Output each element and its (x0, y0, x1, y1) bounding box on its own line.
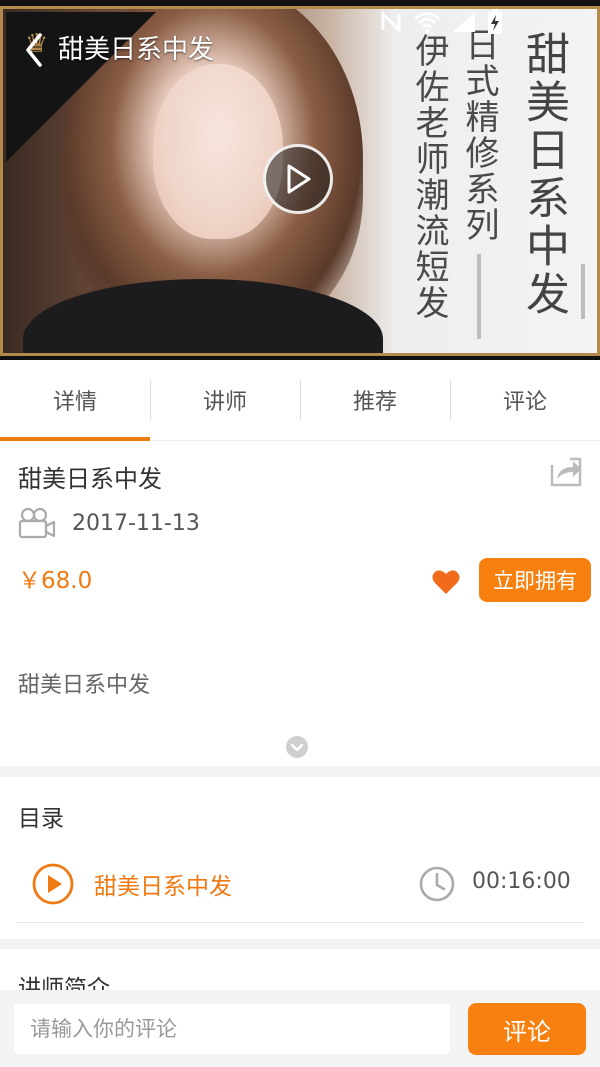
expand-description-button[interactable] (286, 736, 308, 758)
course-price: ￥68.0 (18, 568, 93, 594)
lesson-item[interactable]: 甜美日系中发 00:16:00 (16, 847, 584, 923)
share-button[interactable] (548, 455, 584, 491)
tab-recommend[interactable]: 推荐 (300, 360, 450, 440)
status-bar: 09:47 (379, 4, 588, 40)
lesson-duration: 00:16:00 (472, 869, 571, 894)
lesson-title: 甜美日系中发 (94, 874, 232, 900)
nfc-icon (379, 10, 403, 34)
course-title: 甜美日系中发 (18, 465, 162, 493)
course-detail-card: 甜美日系中发 2017-11-13 ￥68.0 立即拥有 甜美日系中发 (0, 441, 600, 766)
publish-date-row: 2017-11-13 (18, 507, 200, 539)
signal-icon (451, 10, 477, 34)
tab-comments[interactable]: 评论 (450, 360, 600, 440)
comment-bar: 评论 (0, 990, 600, 1067)
comment-submit-button[interactable]: 评论 (468, 1003, 586, 1055)
thumbnail-teacher-text: 伊佐老师潮流短发 (409, 33, 449, 321)
publish-date: 2017-11-13 (72, 510, 200, 536)
video-camera-icon (18, 507, 56, 539)
play-icon (287, 164, 311, 194)
back-button[interactable] (16, 30, 52, 70)
chevron-down-circle-icon (286, 736, 308, 758)
thumbnail-series-text: 日式精修系列 (459, 27, 499, 243)
comment-input[interactable] (14, 1004, 450, 1054)
battery-charging-icon (487, 9, 503, 35)
tab-teacher[interactable]: 讲师 (150, 360, 300, 440)
play-circle-icon (32, 863, 74, 905)
share-icon (550, 457, 582, 487)
heart-icon (432, 570, 460, 594)
play-button[interactable] (263, 144, 333, 214)
tab-details[interactable]: 详情 (0, 360, 150, 441)
lesson-play-button[interactable] (32, 863, 74, 905)
catalog-section: 目录 甜美日系中发 00:16:00 (0, 777, 600, 939)
thumbnail-face-shape (153, 64, 283, 239)
buy-now-button[interactable]: 立即拥有 (479, 558, 591, 602)
wifi-icon (413, 10, 441, 34)
detail-tabs: 详情 讲师 推荐 评论 (0, 360, 600, 441)
page-title: 甜美日系中发 (58, 35, 215, 65)
clock-icon (418, 865, 456, 903)
video-player[interactable]: ♛ 甜美日系中发 日式精修系列 伊佐老师潮流短发 甜美日系中发 09:47 (0, 0, 600, 360)
course-description: 甜美日系中发 (18, 673, 151, 698)
thumbnail-divider (477, 254, 481, 339)
chevron-left-icon (26, 33, 42, 67)
catalog-heading: 目录 (18, 806, 64, 832)
favorite-button[interactable] (432, 569, 460, 595)
status-time: 09:47 (513, 7, 588, 37)
thumbnail-divider (581, 264, 585, 319)
thumbnail-title-text: 甜美日系中发 (518, 31, 569, 319)
